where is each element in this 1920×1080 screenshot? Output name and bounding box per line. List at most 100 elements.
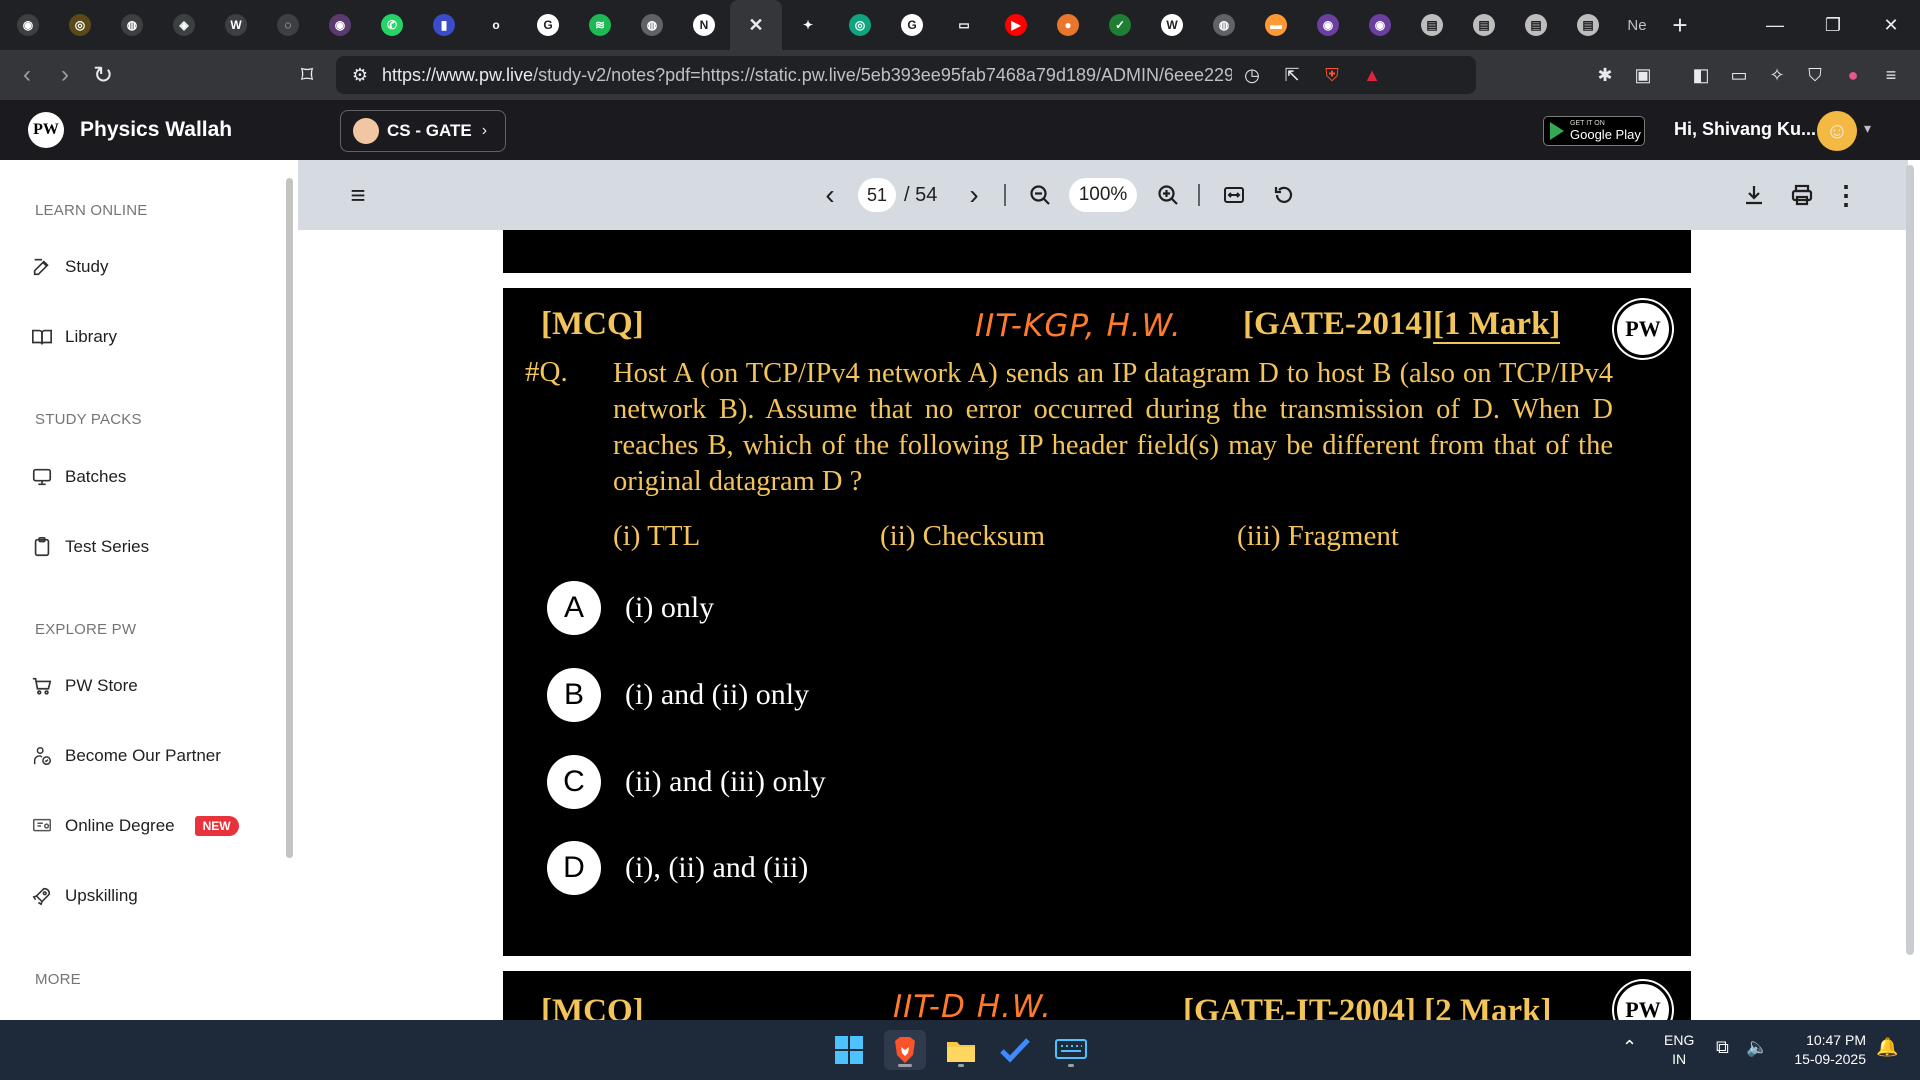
browser-tab[interactable]: ≋ bbox=[574, 0, 626, 50]
browser-tab[interactable]: ◍ bbox=[626, 0, 678, 50]
more-options-icon[interactable]: ⋮ bbox=[1833, 160, 1859, 230]
browser-tab[interactable]: ▤ bbox=[1458, 0, 1510, 50]
page-number-input[interactable]: 51 bbox=[858, 178, 896, 212]
windows-start-icon[interactable] bbox=[828, 1030, 870, 1070]
brave-browser-icon[interactable] bbox=[884, 1030, 926, 1070]
pdf-scrollbar[interactable] bbox=[1906, 165, 1914, 955]
history-icon[interactable]: ◷ bbox=[1232, 65, 1272, 86]
zoom-in-icon[interactable] bbox=[1154, 160, 1182, 230]
question-type-tag: [MCQ] bbox=[541, 306, 644, 342]
back-icon[interactable]: ‹ bbox=[8, 56, 46, 94]
restore-icon[interactable]: ❐ bbox=[1804, 0, 1862, 50]
user-greeting[interactable]: Hi, Shivang Ku... bbox=[1674, 119, 1816, 140]
volume-icon[interactable]: 🔈 bbox=[1746, 1038, 1768, 1057]
browser-tab[interactable]: G bbox=[522, 0, 574, 50]
browser-tab[interactable]: ▤ bbox=[1406, 0, 1458, 50]
reading-mode-icon[interactable]: ▣ bbox=[1624, 65, 1662, 86]
browser-tab[interactable]: ● bbox=[1042, 0, 1094, 50]
clock[interactable]: 10:47 PM 15-09-2025 bbox=[1786, 1031, 1866, 1069]
leo-ai-icon[interactable]: ✧ bbox=[1758, 65, 1796, 86]
browser-tab[interactable]: ◉ bbox=[2, 0, 54, 50]
fit-page-icon[interactable] bbox=[1220, 160, 1248, 230]
browser-tab[interactable]: G bbox=[886, 0, 938, 50]
browser-tab[interactable]: N bbox=[678, 0, 730, 50]
wallet-icon[interactable]: ▭ bbox=[1720, 65, 1758, 86]
sidebar-item-test-series[interactable]: Test Series bbox=[30, 527, 270, 567]
new-tab-plus-icon[interactable]: + bbox=[1660, 10, 1700, 41]
close-window-icon[interactable]: ✕ bbox=[1862, 0, 1920, 50]
browser-tab[interactable]: ▭ bbox=[938, 0, 990, 50]
google-play-badge[interactable]: GET IT ON Google Play bbox=[1543, 116, 1645, 146]
whatsapp-icon: ✆ bbox=[381, 14, 403, 36]
brand-name[interactable]: Physics Wallah bbox=[80, 118, 232, 142]
browser-tab[interactable]: ✆ bbox=[366, 0, 418, 50]
browser-tab[interactable]: ▤ bbox=[1510, 0, 1562, 50]
avatar[interactable]: ☺ bbox=[1817, 111, 1857, 151]
browser-tab[interactable]: ◍ bbox=[106, 0, 158, 50]
download-icon[interactable] bbox=[1740, 160, 1768, 230]
share-icon[interactable]: ⇱ bbox=[1272, 65, 1312, 86]
file-explorer-icon[interactable] bbox=[940, 1030, 982, 1070]
previous-page-icon[interactable]: ‹ bbox=[818, 160, 842, 230]
sidebar-icon[interactable]: ◧ bbox=[1682, 65, 1720, 86]
browser-tab[interactable]: W bbox=[1146, 0, 1198, 50]
touch-keyboard-icon[interactable] bbox=[1050, 1030, 1092, 1070]
forward-icon[interactable]: › bbox=[46, 56, 84, 94]
menu-icon[interactable]: ≡ bbox=[1872, 65, 1910, 86]
browser-tab[interactable]: W bbox=[210, 0, 262, 50]
address-bar[interactable]: ⚙ https://www.pw.live/study-v2/notes?pdf… bbox=[336, 56, 1476, 94]
notification-bell-icon[interactable]: 🔔 bbox=[1876, 1038, 1898, 1057]
sidebar-scrollbar[interactable] bbox=[286, 178, 293, 858]
zoom-out-icon[interactable] bbox=[1026, 160, 1054, 230]
brave-rewards-icon[interactable]: ▲ bbox=[1352, 65, 1392, 86]
browser-tab[interactable]: ▮ bbox=[418, 0, 470, 50]
extensions-icon[interactable]: ✱ bbox=[1586, 65, 1624, 86]
option-text: (ii) and (iii) only bbox=[625, 765, 826, 798]
network-icon[interactable]: ⧉ bbox=[1716, 1038, 1729, 1057]
browser-tab[interactable]: ◎ bbox=[834, 0, 886, 50]
sidebar-item-upskilling[interactable]: Upskilling bbox=[30, 876, 270, 916]
browser-tab[interactable]: ◉ bbox=[1302, 0, 1354, 50]
print-icon[interactable] bbox=[1788, 160, 1816, 230]
batch-selector[interactable]: CS - GATE › bbox=[340, 110, 506, 152]
close-tab-icon[interactable]: ✕ bbox=[745, 14, 767, 36]
zoom-level[interactable]: 100% bbox=[1069, 178, 1137, 212]
chevron-down-icon[interactable]: ▾ bbox=[1864, 120, 1871, 137]
hamburger-menu-icon[interactable]: ≡ bbox=[346, 160, 370, 230]
browser-tab[interactable]: ◍ bbox=[1198, 0, 1250, 50]
sidebar-item-pw-store[interactable]: PW Store bbox=[30, 666, 270, 706]
input-language[interactable]: ENG IN bbox=[1664, 1031, 1694, 1069]
browser-tab[interactable]: ▤ bbox=[1562, 0, 1614, 50]
tab-title-partial[interactable]: Ne bbox=[1614, 17, 1660, 34]
next-page-icon[interactable]: › bbox=[962, 160, 986, 230]
vpn-icon[interactable]: ⛉ bbox=[1796, 65, 1834, 86]
browser-tab[interactable]: ✓ bbox=[1094, 0, 1146, 50]
rotate-icon[interactable] bbox=[1270, 160, 1298, 230]
browser-tab[interactable]: ◉ bbox=[1354, 0, 1406, 50]
site-settings-icon[interactable]: ⚙ bbox=[340, 65, 380, 86]
previous-slide-fragment bbox=[503, 230, 1691, 273]
brave-shields-icon[interactable]: ⛨ bbox=[1312, 65, 1352, 86]
browser-tab[interactable]: o bbox=[470, 0, 522, 50]
browser-tab[interactable]: ◉ bbox=[314, 0, 366, 50]
browser-tab[interactable]: ◈ bbox=[158, 0, 210, 50]
chevron-up-icon[interactable]: ⌃ bbox=[1622, 1038, 1637, 1057]
url-text[interactable]: https://www.pw.live/study-v2/notes?pdf=h… bbox=[382, 65, 1232, 86]
minimize-icon[interactable]: — bbox=[1746, 0, 1804, 50]
browser-tab[interactable]: ◌ bbox=[262, 0, 314, 50]
sidebar-item-study[interactable]: Study bbox=[30, 247, 270, 287]
todo-icon[interactable] bbox=[994, 1030, 1036, 1070]
sidebar-item-online-degree[interactable]: Online Degree NEW bbox=[30, 806, 270, 846]
reload-icon[interactable]: ↻ bbox=[84, 56, 122, 94]
pw-logo[interactable]: PW bbox=[28, 112, 64, 148]
sidebar-item-batches[interactable]: Batches bbox=[30, 457, 270, 497]
browser-tab[interactable]: ✦ bbox=[782, 0, 834, 50]
browser-tab[interactable]: ✕ bbox=[730, 0, 782, 50]
browser-tab[interactable]: ▶ bbox=[990, 0, 1042, 50]
bookmark-icon[interactable]: ⌑ bbox=[288, 56, 326, 94]
sidebar-item-library[interactable]: Library bbox=[30, 317, 270, 357]
profile-icon[interactable]: ● bbox=[1834, 65, 1872, 86]
sidebar-item-become-partner[interactable]: Become Our Partner bbox=[30, 736, 270, 776]
browser-tab[interactable]: ◎ bbox=[54, 0, 106, 50]
browser-tab[interactable]: ▬ bbox=[1250, 0, 1302, 50]
